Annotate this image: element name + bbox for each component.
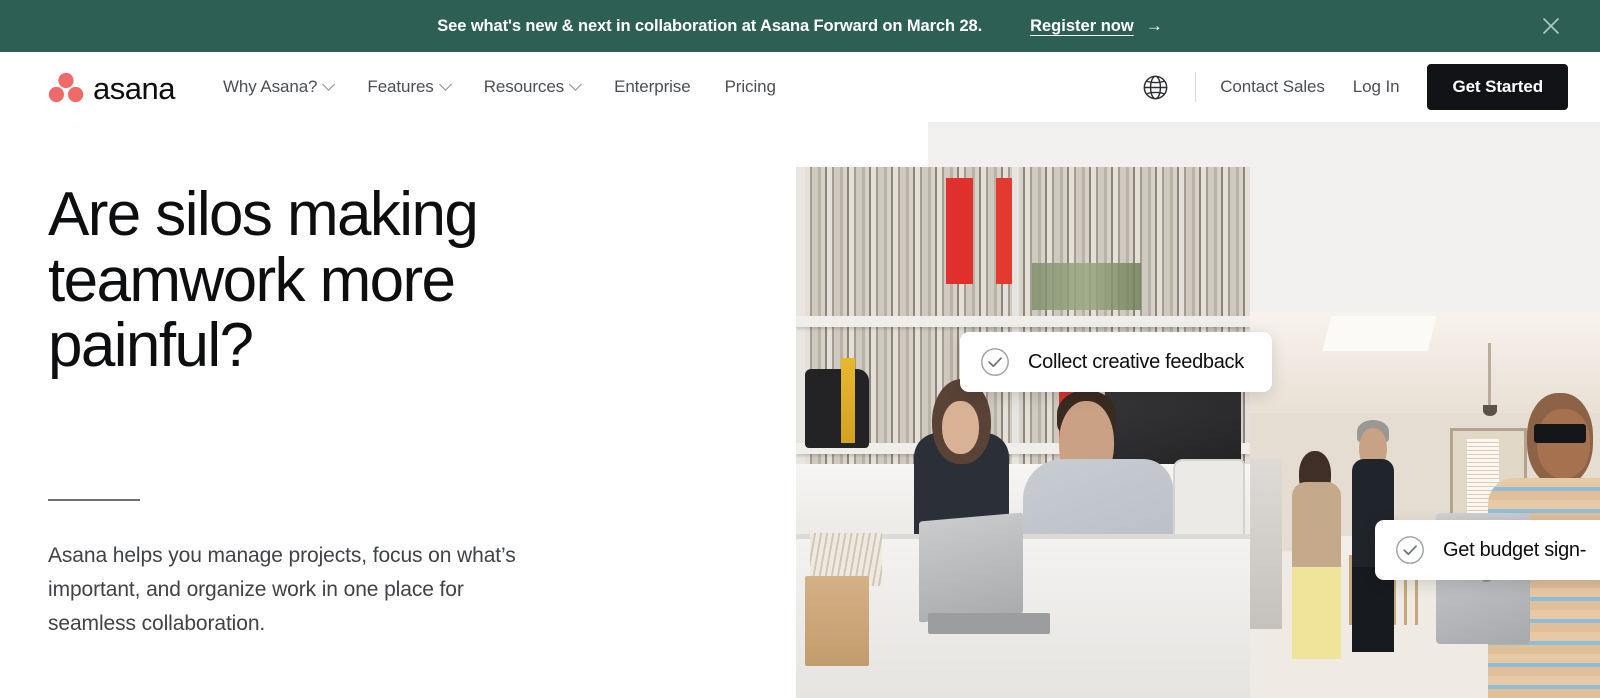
hero-description: Asana helps you manage projects, focus o… xyxy=(48,544,516,636)
hero-photo-showroom xyxy=(1250,312,1600,698)
photo-pendant-cord xyxy=(1488,342,1491,405)
nav-item-pricing[interactable]: Pricing xyxy=(725,77,776,97)
nav-item-label: Why Asana? xyxy=(222,77,318,96)
check-circle-icon xyxy=(981,348,1009,376)
photo-pendant-lamp xyxy=(1482,404,1497,416)
photo-person-glasses xyxy=(1533,423,1586,444)
asana-wordmark: asana xyxy=(93,70,175,106)
task-card-label: Collect creative feedback xyxy=(1028,350,1244,373)
photo-person-face xyxy=(1537,408,1590,478)
photo-shelf xyxy=(796,315,1250,327)
log-in-link[interactable]: Log In xyxy=(1353,77,1400,97)
photo-laptop-base xyxy=(927,613,1051,635)
page-title-line-3: painful? xyxy=(48,311,254,381)
nav-item-label: Enterprise xyxy=(614,77,691,96)
chevron-down-icon xyxy=(438,77,452,91)
get-started-button[interactable]: Get Started xyxy=(1427,64,1568,110)
announcement-banner: See what's new & next in collaboration a… xyxy=(0,0,1600,52)
hero-photo-studio-desk xyxy=(796,167,1250,698)
nav-item-label: Resources xyxy=(483,77,565,96)
nav-divider xyxy=(1195,72,1197,102)
task-card-label: Get budget sign- xyxy=(1443,538,1587,561)
page-title: Are silos making teamwork more painful? xyxy=(48,182,608,379)
photo-laptop xyxy=(918,512,1023,623)
photo-person-face xyxy=(942,400,979,454)
nav-item-label: Features xyxy=(367,77,434,96)
hero-section: Collect creative feedback Get budget sig… xyxy=(0,122,1600,698)
photo-foliage xyxy=(1032,262,1142,311)
page-title-line-1: Are silos making xyxy=(48,180,479,249)
globe-icon[interactable] xyxy=(1142,74,1169,101)
nav-item-why-asana[interactable]: Why Asana? xyxy=(222,77,336,97)
nav-item-label: Pricing xyxy=(724,77,776,96)
close-icon[interactable] xyxy=(1540,15,1562,37)
nav-item-enterprise[interactable]: Enterprise xyxy=(614,77,691,97)
register-now-link[interactable]: Register now → xyxy=(1030,16,1163,36)
photo-bag xyxy=(805,368,869,449)
check-circle-icon xyxy=(1396,536,1424,564)
photo-yellow-object xyxy=(841,358,855,444)
asana-dots-logo xyxy=(48,72,84,103)
register-now-label: Register now xyxy=(1030,17,1134,35)
task-card-get-budget-signoff[interactable]: Get budget sign- xyxy=(1375,520,1600,580)
announcement-message: See what's new & next in collaboration a… xyxy=(437,16,983,35)
chevron-down-icon xyxy=(322,77,336,91)
photo-cardboard-box xyxy=(805,575,869,667)
photo-person-standing xyxy=(1292,481,1341,660)
contact-sales-link[interactable]: Contact Sales xyxy=(1220,77,1325,97)
divider xyxy=(48,499,140,502)
photo-skylight xyxy=(1322,315,1437,351)
nav-item-features[interactable]: Features xyxy=(367,77,452,97)
nav-item-resources[interactable]: Resources xyxy=(483,77,582,97)
page-title-line-2: teamwork more xyxy=(48,245,456,315)
announcement-banner-content: See what's new & next in collaboration a… xyxy=(437,16,1162,36)
photo-equipment xyxy=(1250,458,1282,629)
nav-actions: Contact Sales Log In Get Started xyxy=(1142,64,1568,110)
task-card-collect-creative-feedback[interactable]: Collect creative feedback xyxy=(960,332,1272,392)
nav-links: Why Asana? Features Resources Enterprise… xyxy=(223,77,776,97)
asana-logo[interactable]: asana xyxy=(48,70,175,106)
hero-copy: Are silos making teamwork more painful? … xyxy=(48,122,608,641)
photo-content xyxy=(796,167,1250,698)
photo-red-book xyxy=(945,177,974,284)
main-navigation: asana Why Asana? Features Resources Ente… xyxy=(0,52,1600,122)
photo-content xyxy=(1250,312,1600,698)
arrow-right-icon: → xyxy=(1145,16,1163,35)
chevron-down-icon xyxy=(569,77,582,91)
